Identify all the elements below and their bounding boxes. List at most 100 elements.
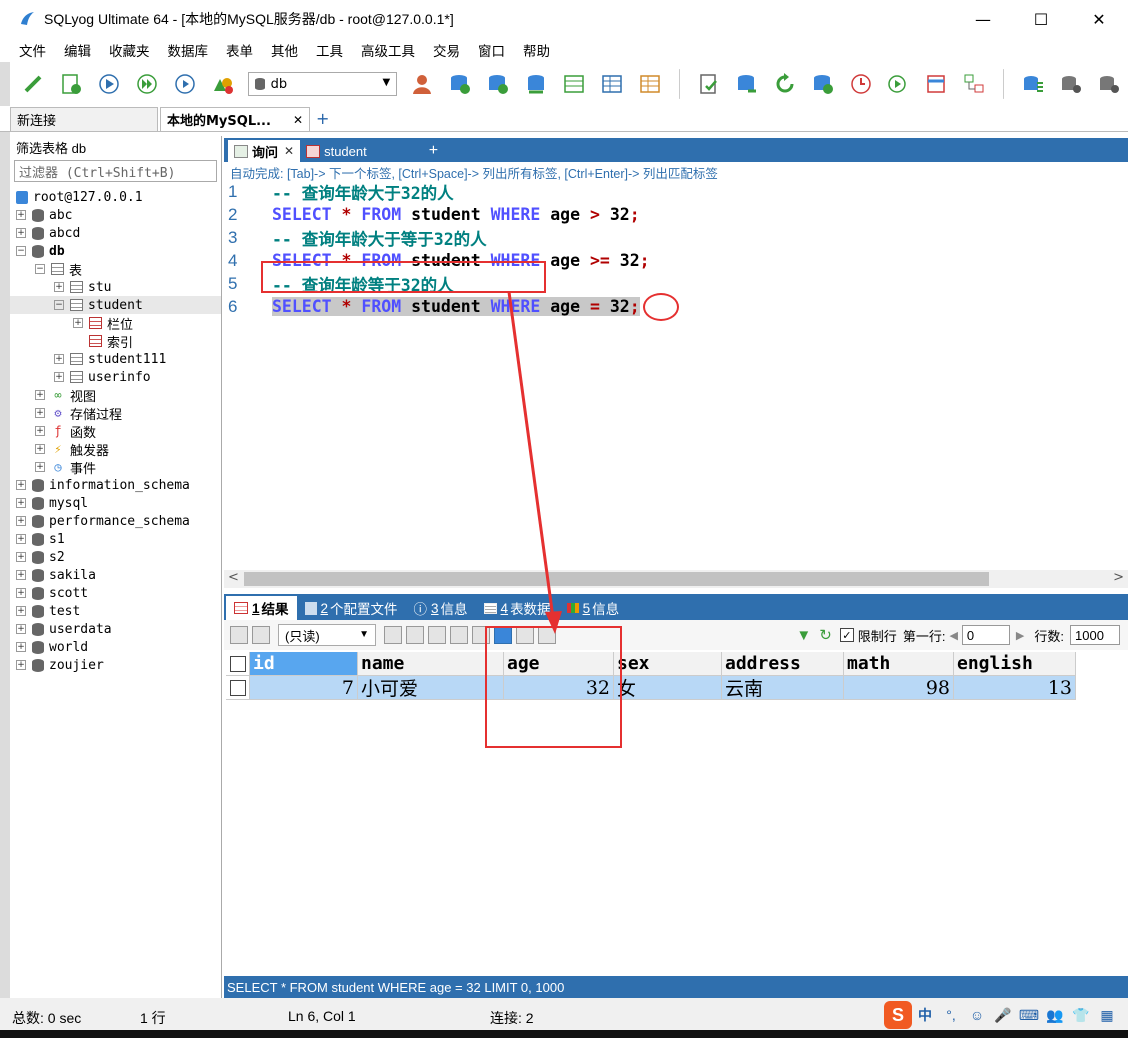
collapse-icon[interactable]: −	[35, 264, 45, 274]
scroll-thumb[interactable]	[244, 572, 989, 586]
execute-all-icon[interactable]	[134, 71, 160, 97]
db-import-icon[interactable]	[485, 71, 511, 97]
keyboard-icon[interactable]: ⌨	[1019, 1005, 1039, 1025]
insert-row-icon[interactable]	[230, 626, 248, 644]
expand-icon[interactable]: +	[16, 480, 26, 490]
db-copy-icon[interactable]	[734, 71, 760, 97]
column-header-sex[interactable]: sex	[614, 652, 722, 676]
tree-node-[interactable]: + ⚡ 触发器	[10, 440, 221, 459]
tab-profile[interactable]: 2 个配置文件	[297, 596, 406, 620]
new-query-icon[interactable]	[58, 71, 84, 97]
expand-icon[interactable]: +	[16, 660, 26, 670]
rows-count-input[interactable]: 1000	[1070, 625, 1120, 645]
next-page-icon[interactable]: ▶	[1016, 629, 1024, 642]
tree-node-zoujier[interactable]: + zoujier	[10, 656, 221, 674]
tree-node-abc[interactable]: + abc	[10, 206, 221, 224]
db-add-icon[interactable]	[447, 71, 473, 97]
result-grid[interactable]: id name age sex address math english 7 小…	[226, 652, 1076, 700]
table-structure-icon[interactable]	[599, 71, 625, 97]
expand-icon[interactable]: +	[16, 606, 26, 616]
scroll-left-icon[interactable]: <	[228, 570, 239, 585]
tree-node-[interactable]: + 栏位	[10, 314, 221, 333]
cell-english[interactable]: 13	[954, 676, 1076, 700]
tree-node-userdata[interactable]: + userdata	[10, 620, 221, 638]
new-connection-icon[interactable]	[20, 71, 46, 97]
editor-line[interactable]: 2 SELECT * FROM student WHERE age > 32;	[224, 203, 640, 226]
query-builder-icon[interactable]	[923, 71, 949, 97]
expand-icon[interactable]: +	[35, 444, 45, 454]
tree-node-mysql[interactable]: + mysql	[10, 494, 221, 512]
column-header-name[interactable]: name	[358, 652, 504, 676]
expand-icon[interactable]: +	[16, 624, 26, 634]
menu-table[interactable]: 表单	[226, 40, 253, 60]
tree-node-test[interactable]: + test	[10, 602, 221, 620]
tree-node-root127001[interactable]: root@127.0.0.1	[10, 188, 221, 206]
db-tools-icon[interactable]	[1096, 71, 1122, 97]
tab-table-data[interactable]: 4 表数据	[476, 596, 559, 620]
tab-new-connection[interactable]: 新连接	[10, 107, 158, 131]
refresh-icon[interactable]	[772, 71, 798, 97]
scroll-right-icon[interactable]: >	[1113, 570, 1124, 585]
close-tab-icon[interactable]: ✕	[293, 113, 303, 127]
execute-query-icon[interactable]	[96, 71, 122, 97]
tree-node-stu[interactable]: + stu	[10, 278, 221, 296]
expand-icon[interactable]: +	[16, 588, 26, 598]
tree-node-s2[interactable]: + s2	[10, 548, 221, 566]
punctuation-icon[interactable]: °,	[941, 1005, 961, 1025]
tab-result[interactable]: 1 结果	[226, 596, 297, 620]
schema-designer-icon[interactable]	[961, 71, 987, 97]
cell-sex[interactable]: 女	[614, 676, 722, 700]
cell-math[interactable]: 98	[844, 676, 954, 700]
editor-horizontal-scrollbar[interactable]: < >	[224, 570, 1128, 588]
expand-icon[interactable]: +	[54, 372, 64, 382]
expand-icon[interactable]: +	[35, 426, 45, 436]
menu-tools[interactable]: 工具	[316, 40, 343, 60]
menu-favorites[interactable]: 收藏夹	[109, 40, 150, 60]
close-button[interactable]: ✕	[1070, 0, 1128, 38]
sogou-ime-icon[interactable]: S	[884, 1001, 912, 1029]
tree-node-[interactable]: 索引	[10, 332, 221, 351]
expand-icon[interactable]: +	[16, 498, 26, 508]
prev-page-icon[interactable]: ◀	[949, 629, 957, 642]
emoji-icon[interactable]: ☺	[967, 1005, 987, 1025]
delete-icon[interactable]	[450, 626, 468, 644]
expand-icon[interactable]: +	[16, 210, 26, 220]
column-header-address[interactable]: address	[722, 652, 844, 676]
expand-icon[interactable]: +	[35, 462, 45, 472]
tree-node-userinfo[interactable]: + userinfo	[10, 368, 221, 386]
limit-rows-checkbox[interactable]: ✓	[839, 628, 854, 642]
minimize-button[interactable]: —	[954, 0, 1012, 38]
tree-node-[interactable]: + ∞ 视图	[10, 386, 221, 405]
copy-icon[interactable]	[384, 626, 402, 644]
expand-icon[interactable]: +	[35, 408, 45, 418]
tree-node-student[interactable]: − student	[10, 296, 221, 314]
tree-node-world[interactable]: + world	[10, 638, 221, 656]
ime-language-icon[interactable]: 中	[915, 1005, 935, 1025]
save-icon[interactable]	[428, 626, 446, 644]
editor-line[interactable]: 1 -- 查询年龄大于32的人	[224, 180, 454, 203]
menu-help[interactable]: 帮助	[523, 40, 550, 60]
database-select[interactable]: db ▼	[247, 72, 398, 96]
tree-node-[interactable]: − 表	[10, 260, 221, 279]
db-sync-icon[interactable]	[523, 71, 549, 97]
menu-edit[interactable]: 编辑	[64, 40, 91, 60]
tab-local-mysql[interactable]: 本地的MySQL... ✕	[160, 107, 310, 131]
add-query-tab-button[interactable]: +	[423, 140, 444, 162]
collapse-icon[interactable]: −	[54, 300, 64, 310]
expand-icon[interactable]: +	[16, 552, 26, 562]
readonly-select[interactable]: (只读) ▼	[278, 624, 376, 646]
maximize-button[interactable]: ☐	[1012, 0, 1070, 38]
shapes-icon[interactable]	[210, 71, 236, 97]
skin-icon[interactable]: 👥	[1045, 1005, 1065, 1025]
cell-address[interactable]: 云南	[722, 676, 844, 700]
execute-edit-icon[interactable]	[172, 71, 198, 97]
column-header-math[interactable]: math	[844, 652, 954, 676]
duplicate-icon[interactable]	[406, 626, 424, 644]
refresh-icon[interactable]: ↻	[819, 626, 832, 644]
expand-icon[interactable]: +	[35, 390, 45, 400]
scheduler-icon[interactable]	[848, 71, 874, 97]
tree-node-scott[interactable]: + scott	[10, 584, 221, 602]
expand-icon[interactable]: +	[16, 642, 26, 652]
filter-input[interactable]: 过滤器 (Ctrl+Shift+B)	[14, 160, 217, 182]
tree-node-[interactable]: + ◷ 事件	[10, 458, 221, 477]
